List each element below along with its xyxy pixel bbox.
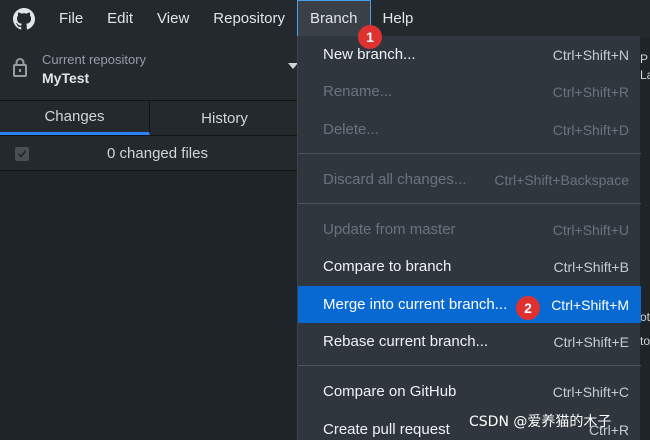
menu-item-shortcut: Ctrl+Shift+B [553,258,629,275]
menu-file[interactable]: File [48,0,95,37]
menu-item-shortcut: Ctrl+Shift+C [552,383,629,400]
changes-header: 0 changed files [0,135,300,171]
menu-item-discard-all-changes: Discard all changes... Ctrl+Shift+Backsp… [298,161,641,198]
menu-item-label: Rebase current branch... [323,333,489,350]
menu-item-compare-to-branch[interactable]: Compare to branch Ctrl+Shift+B [298,248,641,285]
menu-item-shortcut: Ctrl+Shift+Backspace [494,171,629,188]
menu-item-label: Rename... [323,83,393,100]
lock-icon [12,57,28,80]
tab-changes[interactable]: Changes [0,101,150,135]
left-panel: Current repository MyTest Changes Histor… [0,37,300,440]
menu-item-merge-into-current-branch[interactable]: Merge into current branch... Ctrl+Shift+… [298,286,641,323]
annotation-badge-1: 1 [358,25,382,49]
tab-history[interactable]: History [150,101,300,135]
menu-separator [298,153,641,154]
current-repository-selector[interactable]: Current repository MyTest [0,37,300,101]
menu-view[interactable]: View [145,0,201,37]
menu-item-rebase-current-branch[interactable]: Rebase current branch... Ctrl+Shift+E [298,323,641,360]
changed-files-count: 0 changed files [107,145,208,162]
menu-item-shortcut: Ctrl+Shift+E [553,333,629,350]
menu-item-label: Discard all changes... [323,171,467,188]
menu-item-label: Merge into current branch... [323,296,508,313]
menu-item-label: Delete... [323,121,379,138]
menu-separator [298,365,641,366]
menu-bar: File Edit View Repository Branch Help [0,0,650,37]
menu-item-label: Compare to branch [323,258,452,275]
tabs: Changes History [0,101,300,135]
watermark: CSDN @爱养猫的木子 [469,414,612,430]
repo-caption: Current repository [42,52,147,67]
menu-separator [298,203,641,204]
menu-item-label: Update from master [323,221,456,238]
annotation-badge-2: 2 [516,296,540,320]
repo-name: MyTest [42,70,90,86]
menu-item-shortcut: Ctrl+Shift+N [552,46,629,63]
menu-item-shortcut: Ctrl+Shift+M [551,296,629,313]
menu-item-new-branch[interactable]: New branch... Ctrl+Shift+N [298,36,641,73]
menu-item-delete: Delete... Ctrl+Shift+D [298,111,641,148]
peek-text-c: ot [640,310,650,324]
menu-item-label: Create pull request [323,421,450,438]
branch-dropdown-menu: New branch... Ctrl+Shift+N Rename... Ctr… [297,36,641,440]
menu-item-shortcut: Ctrl+Shift+R [552,83,629,100]
peek-text-b: La [640,68,650,82]
menu-item-compare-on-github[interactable]: Compare on GitHub Ctrl+Shift+C [298,373,641,410]
peek-text-d: to [640,334,650,348]
background-content [640,37,650,440]
menu-edit[interactable]: Edit [95,0,145,37]
github-logo-icon [0,0,48,37]
menu-item-label: Compare on GitHub [323,383,457,400]
peek-text-a: P [640,52,649,66]
menu-repository[interactable]: Repository [201,0,297,37]
menu-item-update-from-master: Update from master Ctrl+Shift+U [298,211,641,248]
menu-item-rename: Rename... Ctrl+Shift+R [298,73,641,110]
menu-item-shortcut: Ctrl+Shift+U [552,221,629,238]
menu-item-shortcut: Ctrl+Shift+D [552,121,629,138]
